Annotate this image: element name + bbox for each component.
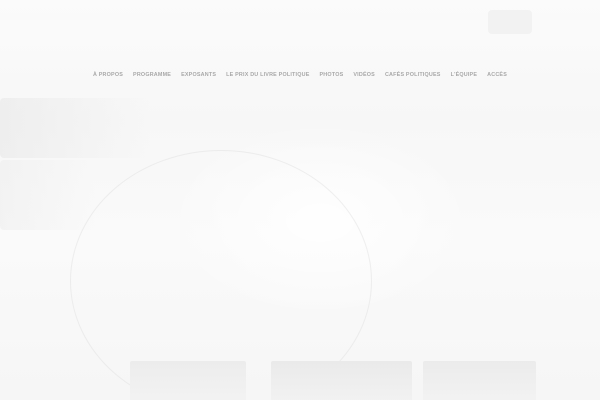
nav-link-a-propos[interactable]: À PROPOS [93,70,123,80]
faded-background-shape [0,98,150,158]
faded-logo-shape [488,10,532,34]
nav-link-videos[interactable]: VIDÉOS [353,70,375,80]
hero-background [0,0,600,400]
content-card[interactable] [423,361,536,400]
nav-link-prix-livre-politique[interactable]: LE PRIX DU LIVRE POLITIQUE [226,70,309,80]
nav-link-photos[interactable]: PHOTOS [320,70,344,80]
nav-item-prix-livre-politique: LE PRIX DU LIVRE POLITIQUE [226,70,309,80]
main-navigation: À PROPOS PROGRAMME EXPOSANTS LE PRIX DU … [0,70,600,80]
nav-link-equipe[interactable]: L'ÉQUIPE [451,70,478,80]
nav-link-acces[interactable]: ACCÈS [487,70,507,80]
nav-item-photos: PHOTOS [320,70,344,80]
nav-item-cafes-politiques: CAFÉS POLITIQUES [385,70,441,80]
nav-list: À PROPOS PROGRAMME EXPOSANTS LE PRIX DU … [93,70,507,80]
faded-background-shape [0,160,95,230]
nav-item-exposants: EXPOSANTS [181,70,216,80]
content-card[interactable] [271,361,412,400]
nav-link-cafes-politiques[interactable]: CAFÉS POLITIQUES [385,70,441,80]
nav-item-videos: VIDÉOS [353,70,375,80]
content-card[interactable] [130,361,246,400]
nav-item-equipe: L'ÉQUIPE [451,70,478,80]
nav-item-programme: PROGRAMME [133,70,171,80]
nav-link-exposants[interactable]: EXPOSANTS [181,70,216,80]
nav-link-programme[interactable]: PROGRAMME [133,70,171,80]
nav-item-a-propos: À PROPOS [93,70,123,80]
nav-item-acces: ACCÈS [487,70,507,80]
